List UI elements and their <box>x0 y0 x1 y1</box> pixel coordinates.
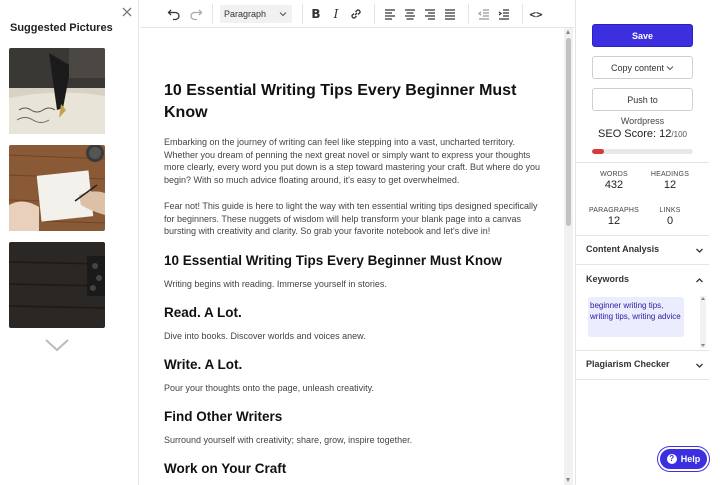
keywords-label: Keywords <box>586 274 630 284</box>
section-paragraph: Surround yourself with creativity; share… <box>164 434 413 445</box>
stat-headings: HEADINGS 12 <box>640 171 700 191</box>
section-heading: Read. A Lot. <box>164 304 242 320</box>
help-button[interactable]: ? Help <box>658 447 709 471</box>
stat-value: 12 <box>663 179 677 191</box>
seo-panel: Save Copy content Push to Wordpress SEO … <box>575 0 720 485</box>
suggested-picture-typewriter[interactable] <box>9 242 105 328</box>
redo-icon[interactable] <box>186 4 206 24</box>
block-format-value: Paragraph <box>224 9 267 19</box>
push-to-button[interactable]: Push to <box>592 88 693 111</box>
seo-score-bar <box>592 149 693 154</box>
keywords-toggle[interactable]: Keywords <box>586 274 704 288</box>
intro-paragraph: Embarking on the journey of writing can … <box>164 137 541 185</box>
stat-label: PARAGRAPHS <box>588 207 640 214</box>
scroll-up-icon[interactable] <box>566 30 570 34</box>
chevron-down-icon <box>696 248 703 253</box>
section-paragraph: Dive into books. Discover worlds and voi… <box>164 330 366 341</box>
intro-paragraph: Fear not! This guide is here to light th… <box>164 201 538 236</box>
stat-label: LINKS <box>659 207 681 214</box>
seo-score-bar-fill <box>592 149 605 154</box>
chevron-down-icon <box>279 12 287 17</box>
seo-score-max: /100 <box>671 130 687 139</box>
undo-icon[interactable] <box>164 4 184 24</box>
chevron-down-icon <box>696 363 703 368</box>
italic-button[interactable]: I <box>326 4 346 24</box>
stat-links: LINKS 0 <box>640 207 700 227</box>
seo-score: SEO Score: 12/100 <box>576 128 709 140</box>
stat-value: 12 <box>607 215 621 227</box>
plagiarism-checker-toggle[interactable]: Plagiarism Checker <box>586 359 704 373</box>
chevron-down-icon <box>666 65 674 70</box>
save-button[interactable]: Save <box>592 24 693 47</box>
stat-paragraphs: PARAGRAPHS 12 <box>584 207 644 227</box>
stat-value: 0 <box>666 215 674 227</box>
suggested-pictures-title: Suggested Pictures <box>10 22 113 34</box>
suggested-picture-fountain-pen[interactable] <box>9 48 105 134</box>
close-icon[interactable] <box>120 6 134 20</box>
chevron-down-icon[interactable] <box>44 336 70 354</box>
suggested-pictures-panel: Suggested Pictures <box>0 0 139 485</box>
align-center-icon[interactable] <box>400 4 420 24</box>
editor-scrollbar[interactable] <box>564 28 573 485</box>
section-heading: 10 Essential Writing Tips Every Beginner… <box>164 252 502 268</box>
align-left-icon[interactable] <box>380 4 400 24</box>
content-analysis-toggle[interactable]: Content Analysis <box>586 244 704 258</box>
stat-words: WORDS 432 <box>584 171 644 191</box>
scroll-down-icon[interactable] <box>701 344 705 347</box>
section-heading: Write. A Lot. <box>164 356 243 372</box>
help-label: Help <box>680 454 701 464</box>
indent-icon[interactable] <box>494 4 514 24</box>
stat-label: WORDS <box>600 171 628 178</box>
stat-label: HEADINGS <box>650 171 690 178</box>
code-view-button[interactable]: <> <box>526 4 546 24</box>
align-right-icon[interactable] <box>420 4 440 24</box>
copy-content-label: Copy content <box>610 62 665 73</box>
scroll-thumb[interactable] <box>566 38 571 226</box>
block-format-select[interactable]: Paragraph <box>220 5 292 23</box>
section-paragraph: Writing begins with reading. Immerse you… <box>164 278 387 289</box>
bold-button[interactable]: B <box>306 4 326 24</box>
seo-score-value: 12 <box>659 128 672 140</box>
editor-area[interactable]: 10 Essential Writing Tips Every Beginner… <box>140 28 574 485</box>
keywords-scrollbar[interactable] <box>700 296 706 348</box>
article-title: 10 Essential Writing Tips Every Beginner… <box>164 82 517 121</box>
section-paragraph: Pour your thoughts onto the page, unleas… <box>164 382 374 393</box>
scroll-up-icon[interactable] <box>701 297 705 300</box>
suggested-picture-notebook[interactable] <box>9 145 105 231</box>
align-justify-icon[interactable] <box>440 4 460 24</box>
article-content[interactable]: 10 Essential Writing Tips Every Beginner… <box>164 80 540 485</box>
help-icon: ? <box>666 454 677 464</box>
plagiarism-checker-label: Plagiarism Checker <box>586 359 670 369</box>
section-heading: Find Other Writers <box>164 408 283 424</box>
platform-label: Wordpress <box>620 116 665 126</box>
link-icon[interactable] <box>346 4 366 24</box>
section-heading: Work on Your Craft <box>164 460 287 476</box>
seo-score-label: SEO Score: <box>598 128 657 140</box>
outdent-icon[interactable] <box>474 4 494 24</box>
scroll-down-icon[interactable] <box>566 478 570 482</box>
stat-value: 432 <box>604 179 624 191</box>
content-analysis-label: Content Analysis <box>586 244 660 254</box>
keywords-box[interactable]: beginner writing tips, writing tips, wri… <box>588 297 684 337</box>
editor-toolbar: Paragraph B I <> <box>140 0 574 28</box>
copy-content-button[interactable]: Copy content <box>592 56 693 79</box>
chevron-up-icon <box>696 278 703 283</box>
